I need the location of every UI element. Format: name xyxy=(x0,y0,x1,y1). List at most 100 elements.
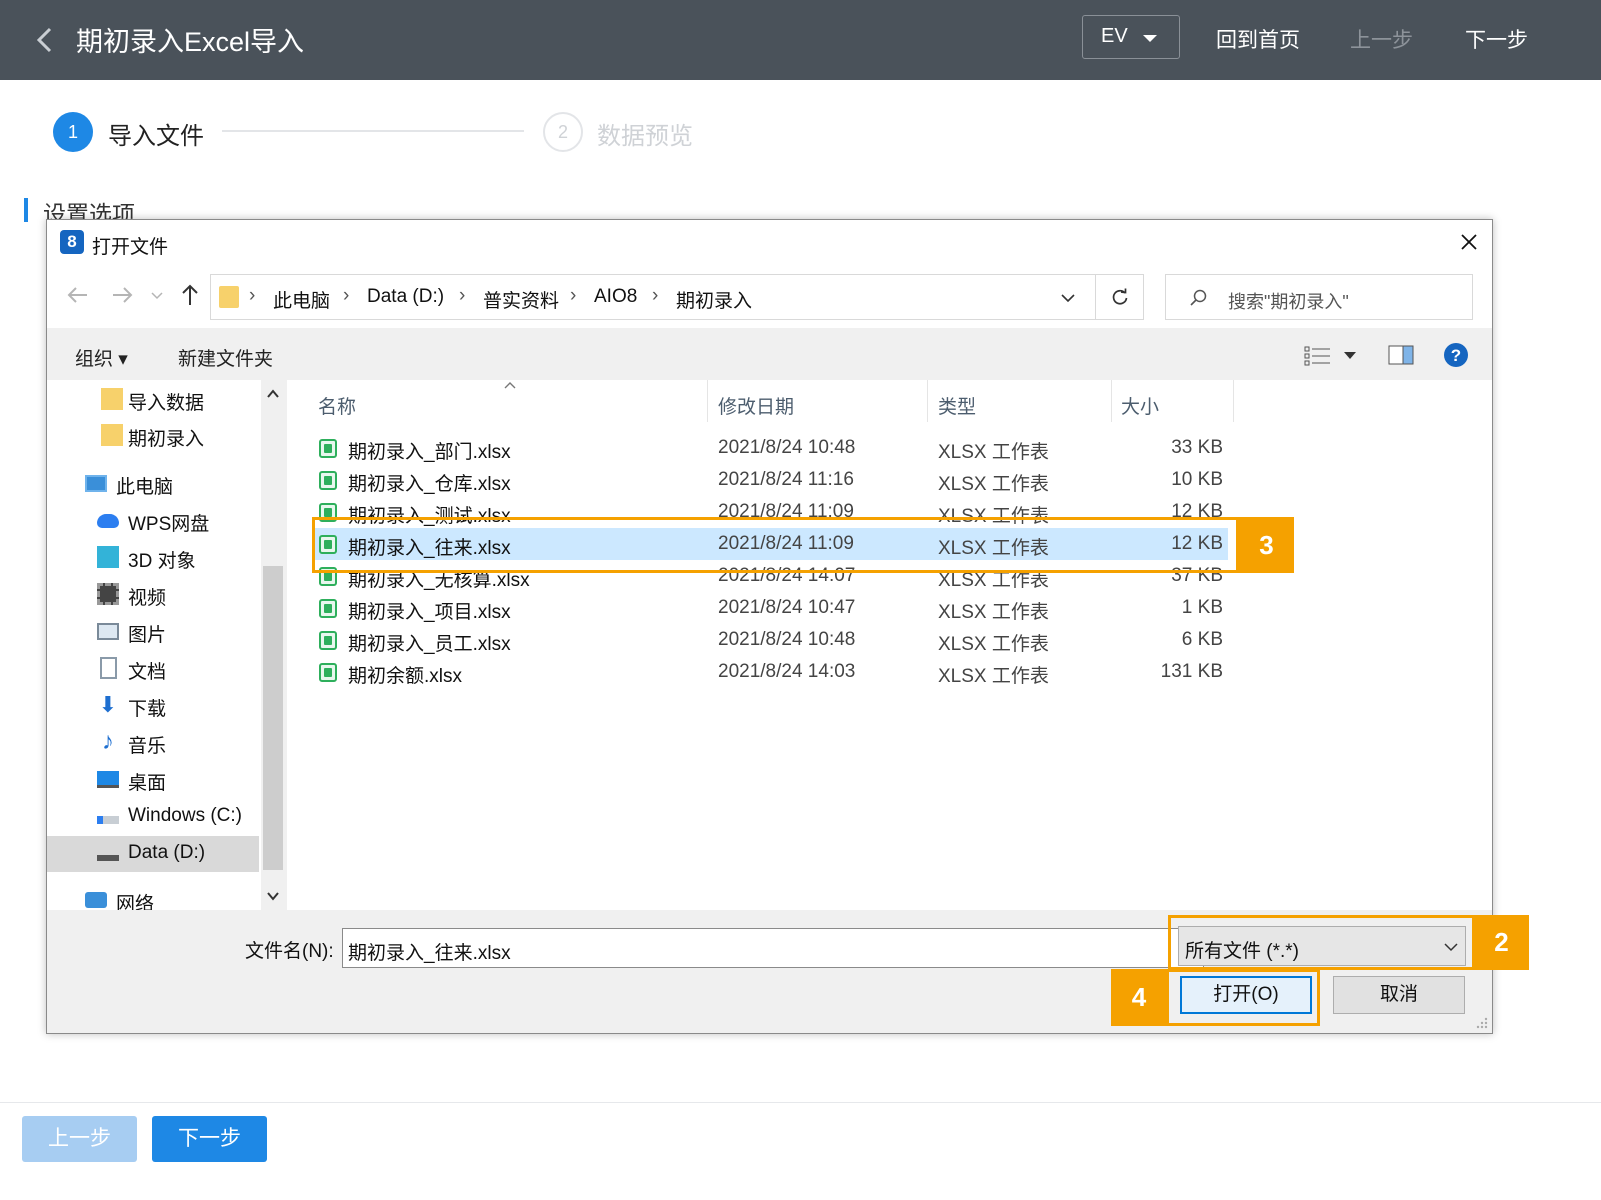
search-input[interactable]: 搜索"期初录入" xyxy=(1165,274,1473,320)
nav-item-wps-cloud[interactable]: WPS网盘 xyxy=(47,503,259,539)
preview-pane-icon[interactable] xyxy=(1388,344,1414,366)
chevron-right-icon: › xyxy=(343,285,350,306)
file-name: 期初录入_员工.xlsx xyxy=(348,634,511,655)
nav-item-3d-objects[interactable]: 3D 对象 xyxy=(47,540,259,576)
nav-item-this-pc[interactable]: 此电脑 xyxy=(47,466,259,502)
column-header-size[interactable]: 大小 xyxy=(1121,392,1159,419)
nav-item-opening-entry[interactable]: 期初录入 xyxy=(47,418,259,454)
file-row[interactable]: 期初录入_项目.xlsx 2021/8/24 10:47 XLSX 工作表 1 … xyxy=(313,592,1228,624)
footer-prev-button[interactable]: 上一步 xyxy=(22,1116,137,1162)
new-folder-button[interactable]: 新建文件夹 xyxy=(178,344,273,371)
chevron-right-icon: › xyxy=(652,285,659,306)
file-size: 1 KB xyxy=(1181,597,1223,618)
nav-item-drive-c[interactable]: Windows (C:) xyxy=(47,799,259,835)
file-row[interactable]: 期初录入_员工.xlsx 2021/8/24 10:48 XLSX 工作表 6 … xyxy=(313,624,1228,656)
chevron-right-icon: › xyxy=(459,285,466,306)
picture-icon xyxy=(97,623,119,640)
nav-scrollbar[interactable] xyxy=(261,380,285,910)
nav-item-music[interactable]: ♪ 音乐 xyxy=(47,725,259,761)
refresh-icon xyxy=(1112,288,1128,305)
cloud-icon xyxy=(97,514,119,528)
nav-item-drive-d[interactable]: Data (D:) xyxy=(47,836,259,872)
svg-text:?: ? xyxy=(1451,346,1461,365)
address-bar[interactable]: › 此电脑 › Data (D:) › 普实资料 › AIO8 › 期初录入 xyxy=(210,274,1144,320)
nav-item-network[interactable]: 网络 xyxy=(47,883,259,910)
help-icon[interactable]: ? xyxy=(1443,342,1469,368)
up-arrow-icon[interactable] xyxy=(177,282,203,308)
annotation-box-4 xyxy=(1166,969,1320,1026)
scroll-thumb[interactable] xyxy=(263,566,283,870)
refresh-button[interactable] xyxy=(1095,274,1144,320)
breadcrumb-item[interactable]: 此电脑 xyxy=(273,286,330,313)
chevron-right-icon: › xyxy=(570,285,577,306)
breadcrumb-item[interactable]: AIO8 xyxy=(594,286,637,308)
folder-icon xyxy=(101,388,123,410)
computer-icon xyxy=(85,475,107,492)
footer-next-button[interactable]: 下一步 xyxy=(152,1116,267,1162)
breadcrumb-item[interactable]: 期初录入 xyxy=(676,286,752,313)
back-icon[interactable] xyxy=(65,282,91,308)
nav-item-videos[interactable]: 视频 xyxy=(47,577,259,613)
nav-item-desktop[interactable]: 桌面 xyxy=(47,762,259,798)
nav-item-label: 网络 xyxy=(116,894,155,910)
column-divider xyxy=(1111,380,1112,422)
annotation-box-3 xyxy=(312,517,1239,573)
column-header-date[interactable]: 修改日期 xyxy=(718,392,794,419)
organize-button[interactable]: 组织 ▾ xyxy=(75,344,128,371)
xlsx-file-icon xyxy=(319,439,337,458)
nav-item-import-data[interactable]: 导入数据 xyxy=(47,382,259,418)
file-name: 期初余额.xlsx xyxy=(348,666,463,687)
scroll-up-icon[interactable] xyxy=(266,388,280,400)
back-arrow-icon[interactable] xyxy=(28,22,64,58)
search-placeholder: 搜索"期初录入" xyxy=(1228,292,1349,312)
breadcrumb-item[interactable]: 普实资料 xyxy=(483,286,559,313)
file-row[interactable]: 期初余额.xlsx 2021/8/24 14:03 XLSX 工作表 131 K… xyxy=(313,656,1228,688)
music-icon: ♪ xyxy=(102,728,114,755)
close-icon[interactable] xyxy=(1455,228,1483,256)
nav-item-documents[interactable]: 文档 xyxy=(47,651,259,687)
file-row[interactable]: 期初录入_仓库.xlsx 2021/8/24 11:16 XLSX 工作表 10… xyxy=(313,464,1228,496)
folder-icon xyxy=(101,424,123,446)
step-2-circle: 2 xyxy=(543,112,583,152)
header-next-button[interactable]: 下一步 xyxy=(1465,24,1528,54)
xlsx-file-icon xyxy=(319,599,337,618)
nav-item-label: 视频 xyxy=(128,588,167,609)
nav-item-label: 期初录入 xyxy=(128,429,205,450)
file-name: 期初录入_项目.xlsx xyxy=(348,602,511,623)
breadcrumb-item[interactable]: Data (D:) xyxy=(367,286,444,308)
caret-down-icon[interactable] xyxy=(1343,350,1357,362)
nav-item-label: 桌面 xyxy=(128,773,167,794)
resize-grip-icon[interactable] xyxy=(1475,1016,1489,1030)
nav-item-label: Windows (C:) xyxy=(128,805,243,826)
xlsx-file-icon xyxy=(319,631,337,650)
nav-item-downloads[interactable]: ⬇ 下载 xyxy=(47,688,259,724)
forward-icon[interactable] xyxy=(109,282,135,308)
filename-input[interactable]: 期初录入_往来.xlsx xyxy=(342,928,1204,968)
navigation-pane: 导入数据 期初录入 此电脑 WPS网盘 3D 对象 视频 图片 文档 ⬇ 下载 … xyxy=(47,380,285,910)
chevron-down-icon[interactable] xyxy=(1059,289,1077,307)
recent-dropdown-icon[interactable] xyxy=(149,282,165,308)
nav-item-pictures[interactable]: 图片 xyxy=(47,614,259,650)
column-header-name[interactable]: 名称 xyxy=(318,392,356,419)
nav-item-label: 音乐 xyxy=(128,736,167,757)
header-prev-button[interactable]: 上一步 xyxy=(1350,24,1413,54)
dialog-title: 打开文件 xyxy=(92,237,169,258)
column-divider xyxy=(707,380,708,422)
file-row[interactable]: 期初录入_部门.xlsx 2021/8/24 10:48 XLSX 工作表 33… xyxy=(313,432,1228,464)
xlsx-file-icon xyxy=(319,663,337,682)
drive-icon xyxy=(97,855,119,861)
footer-divider xyxy=(0,1102,1601,1103)
file-name: 期初录入_仓库.xlsx xyxy=(348,474,511,495)
view-options-icon[interactable] xyxy=(1304,344,1332,366)
home-button[interactable]: 回到首页 xyxy=(1216,24,1300,54)
caret-down-icon xyxy=(1143,35,1157,42)
column-header-type[interactable]: 类型 xyxy=(938,392,976,419)
scroll-down-icon[interactable] xyxy=(266,890,280,902)
cancel-button[interactable]: 取消 xyxy=(1333,976,1465,1014)
filename-label: 文件名(N): xyxy=(245,941,334,962)
annotation-badge-3: 3 xyxy=(1239,517,1294,573)
file-date: 2021/8/24 14:03 xyxy=(718,661,856,682)
step-1-circle: 1 xyxy=(53,112,93,152)
dialog-toolbar: 组织 ▾ 新建文件夹 ? xyxy=(47,328,1492,380)
ev-select[interactable]: EV xyxy=(1082,15,1180,59)
